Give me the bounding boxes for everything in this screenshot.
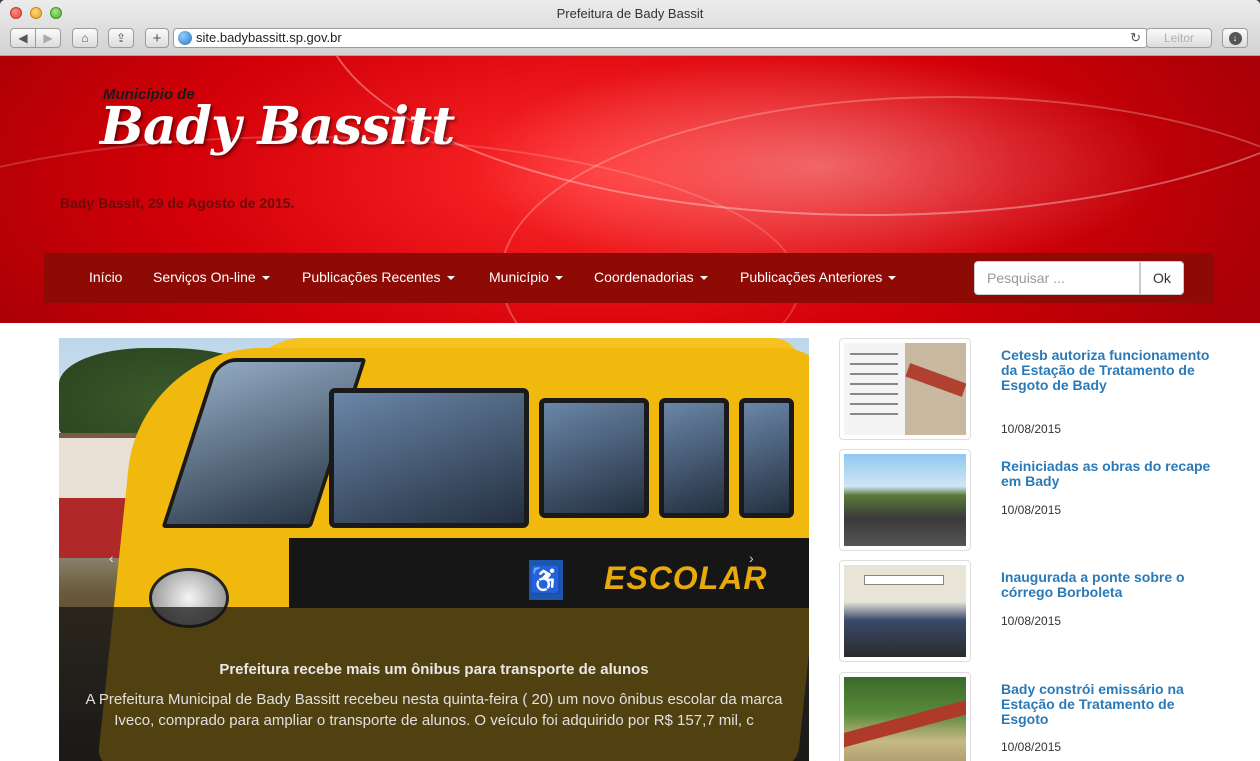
download-icon: ↓ [1228,31,1242,45]
nav-item-publicacoes-anteriores[interactable]: Publicações Anteriores [740,269,897,285]
pipe-image [905,363,966,397]
carousel-caption [59,607,809,761]
document-line [850,353,898,355]
news-item[interactable]: Bady constrói emissário na Estação de Tr… [839,672,1239,761]
caret-down-icon [261,276,270,281]
news-date: 10/08/2015 [1001,422,1062,436]
search-submit-button[interactable]: Ok [1140,261,1184,295]
news-item[interactable]: Inaugurada a ponte sobre o córrego Borbo… [839,560,1239,662]
nav-label: Serviços On-line [153,269,256,285]
nav-label: Publicações Anteriores [740,269,883,285]
share-button[interactable]: ⇪ [108,28,134,48]
bus-window [539,398,649,518]
news-date: 10/08/2015 [1001,614,1062,628]
document-line [850,413,898,415]
back-arrow-icon: ◀ [18,31,28,45]
nav-item-coordenadorias[interactable]: Coordenadorias [594,269,708,285]
carousel-caption-title[interactable]: Prefeitura recebe mais um ônibus para tr… [59,661,809,678]
news-thumbnail-image [844,677,966,761]
reload-icon[interactable]: ↻ [1130,29,1141,47]
nav-item-servicos[interactable]: Serviços On-line [153,269,270,285]
window-title: Prefeitura de Bady Bassit [556,6,704,21]
bus-window [659,398,729,518]
url-text: site.badybassitt.sp.gov.br [196,30,342,45]
bus-window [329,388,529,528]
news-thumbnail-image [844,343,966,435]
document-line [850,383,898,385]
document-line [850,363,898,365]
caret-down-icon [699,276,708,281]
news-thumbnail[interactable] [839,449,971,551]
wheelchair-icon: ♿ [529,560,563,600]
nav-item-inicio[interactable]: Início [89,269,122,285]
news-date: 10/08/2015 [1001,740,1062,754]
downloads-button[interactable]: ↓ [1222,28,1248,48]
home-button[interactable]: ⌂ [72,28,98,48]
document-line [850,393,898,395]
caret-down-icon [446,276,455,281]
main-navigation: Início Serviços On-line Publicações Rece… [44,253,1214,303]
news-item[interactable]: Cetesb autoriza funcionamento da Estação… [839,338,1239,440]
nav-item-municipio[interactable]: Município [489,269,563,285]
caret-down-icon [888,276,897,281]
carousel-caption-text: A Prefeitura Municipal de Bady Bassitt r… [85,691,783,729]
pipe-image [844,699,966,749]
share-icon: ⇪ [115,31,127,45]
news-carousel[interactable]: ♿ ESCOLAR ‹ › Prefeitura recebe mais um … [59,338,809,761]
reader-button[interactable]: Leitor [1146,28,1212,48]
carousel-next-control[interactable]: › [749,550,754,566]
news-title[interactable]: Bady constrói emissário na Estação de Tr… [1001,682,1211,727]
search-input[interactable]: Pesquisar ... [974,261,1140,295]
news-thumbnail-image [844,454,966,546]
carousel-prev-control[interactable]: ‹ [109,550,114,566]
nav-label: Município [489,269,549,285]
bus-escolar-label: ESCOLAR [604,560,768,596]
nav-item-publicacoes-recentes[interactable]: Publicações Recentes [302,269,455,285]
banner-image [864,575,944,585]
news-thumbnail[interactable] [839,560,971,662]
nav-label: Início [89,269,123,285]
web-page: Município de Bady Bassitt Bady Bassit, 2… [0,56,1260,761]
plus-icon: + [152,29,162,47]
news-thumbnail-image [844,565,966,657]
nav-label: Publicações Recentes [302,269,441,285]
address-bar[interactable]: site.badybassitt.sp.gov.br ↻ [173,28,1148,48]
news-title[interactable]: Inaugurada a ponte sobre o córrego Borbo… [1001,570,1211,600]
browser-window: Prefeitura de Bady Bassit ◀ ▶ ⌂ ⇪ + site… [0,0,1260,761]
site-logo[interactable]: Bady Bassitt [100,96,455,157]
news-title[interactable]: Reiniciadas as obras do recape em Bady [1001,459,1211,489]
caret-down-icon [554,276,563,281]
document-line [850,403,898,405]
forward-arrow-icon: ▶ [43,31,53,45]
news-thumbnail[interactable] [839,338,971,440]
bus-window [739,398,794,518]
nav-label: Coordenadorias [594,269,694,285]
news-title[interactable]: Cetesb autoriza funcionamento da Estação… [1001,348,1211,393]
back-button[interactable]: ◀ [10,28,36,48]
home-icon: ⌂ [81,31,89,45]
site-header: Município de Bady Bassitt Bady Bassit, 2… [0,56,1260,323]
document-line [850,373,898,375]
current-date: Bady Bassit, 29 de Agosto de 2015. [60,195,295,211]
browser-toolbar: Prefeitura de Bady Bassit ◀ ▶ ⌂ ⇪ + site… [0,0,1260,56]
forward-button[interactable]: ▶ [35,28,61,48]
globe-icon [178,31,192,45]
news-date: 10/08/2015 [1001,503,1062,517]
news-item[interactable]: Reiniciadas as obras do recape em Bady 1… [839,449,1239,551]
news-thumbnail[interactable] [839,672,971,761]
add-bookmark-button[interactable]: + [145,28,169,48]
